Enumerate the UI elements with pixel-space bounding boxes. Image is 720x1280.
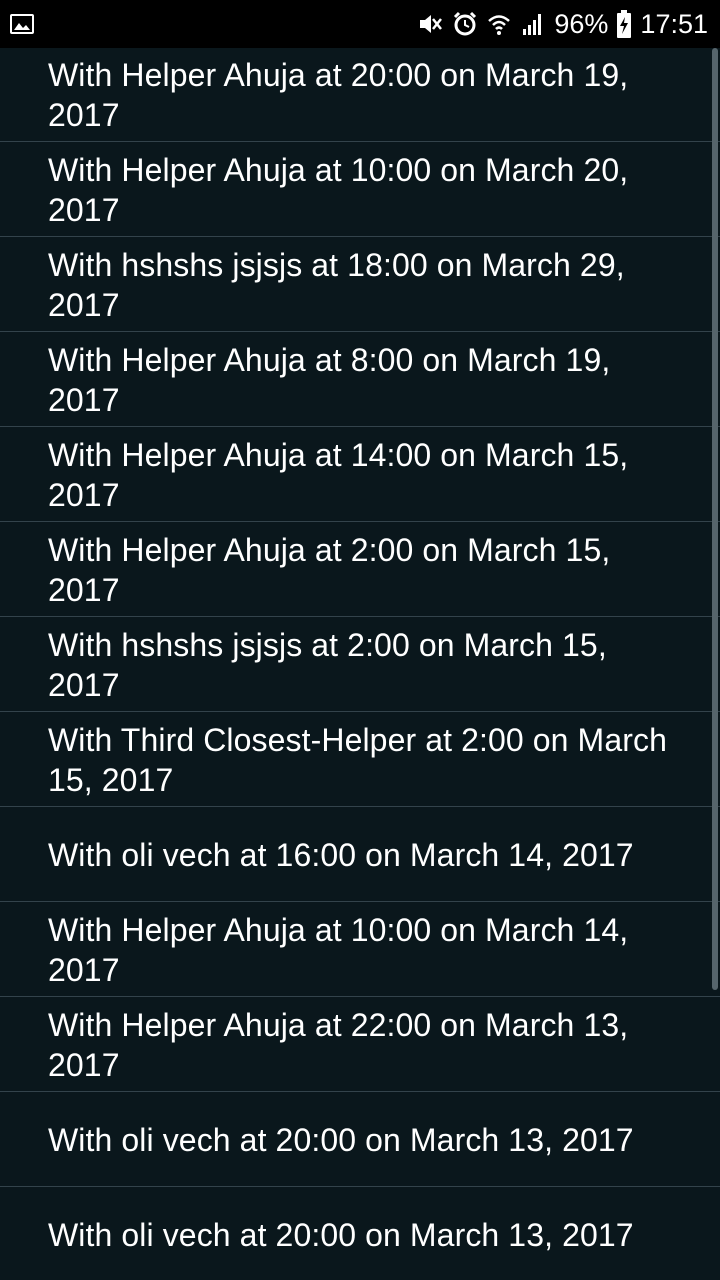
alarm-icon xyxy=(452,11,478,37)
list-item[interactable]: With Helper Ahuja at 20:00 on March 19, … xyxy=(0,48,720,142)
list-item[interactable]: With oli vech at 20:00 on March 13, 2017 xyxy=(0,1188,720,1280)
wifi-icon xyxy=(486,11,512,37)
list-item-text: With oli vech at 20:00 on March 13, 2017 xyxy=(48,1216,634,1253)
list-item[interactable]: With Helper Ahuja at 10:00 on March 14, … xyxy=(0,903,720,997)
image-notification-icon xyxy=(10,12,34,36)
list-item-text: With oli vech at 16:00 on March 14, 2017 xyxy=(48,836,634,873)
list-item-text: With Helper Ahuja at 20:00 on March 19, … xyxy=(48,56,629,133)
list-item-text: With hshshs jsjsjs at 2:00 on March 15, … xyxy=(48,626,607,703)
status-icons: 96% 17:51 xyxy=(416,0,708,48)
list-item-text: With Helper Ahuja at 8:00 on March 19, 2… xyxy=(48,341,611,418)
list-item-text: With Helper Ahuja at 10:00 on March 20, … xyxy=(48,151,629,228)
battery-percent: 96% xyxy=(554,8,609,39)
list-item-text: With Helper Ahuja at 22:00 on March 13, … xyxy=(48,1006,629,1083)
list-item-text: With Helper Ahuja at 10:00 on March 14, … xyxy=(48,911,629,988)
battery-charging-icon xyxy=(616,9,632,39)
list-item[interactable]: With oli vech at 16:00 on March 14, 2017 xyxy=(0,808,720,902)
clock: 17:51 xyxy=(640,8,708,39)
appointment-list[interactable]: With Helper Ahuja at 20:00 on March 19, … xyxy=(0,48,720,1280)
list-item-text: With Helper Ahuja at 2:00 on March 15, 2… xyxy=(48,531,611,608)
list-item-text: With oli vech at 20:00 on March 13, 2017 xyxy=(48,1121,634,1158)
list-item-text: With Third Closest-Helper at 2:00 on Mar… xyxy=(48,721,667,798)
list-item[interactable]: With oli vech at 20:00 on March 13, 2017 xyxy=(0,1093,720,1187)
list-item[interactable]: With Helper Ahuja at 22:00 on March 13, … xyxy=(0,998,720,1092)
list-item[interactable]: With Helper Ahuja at 10:00 on March 20, … xyxy=(0,143,720,237)
list-item[interactable]: With hshshs jsjsjs at 2:00 on March 15, … xyxy=(0,618,720,712)
list-item[interactable]: With Helper Ahuja at 2:00 on March 15, 2… xyxy=(0,523,720,617)
list-item-text: With Helper Ahuja at 14:00 on March 15, … xyxy=(48,436,629,513)
mute-icon xyxy=(416,10,444,38)
scrollbar[interactable] xyxy=(712,48,718,990)
signal-icon xyxy=(520,11,546,37)
list-item[interactable]: With Third Closest-Helper at 2:00 on Mar… xyxy=(0,713,720,807)
list-item[interactable]: With Helper Ahuja at 14:00 on March 15, … xyxy=(0,428,720,522)
list-item[interactable]: With Helper Ahuja at 8:00 on March 19, 2… xyxy=(0,333,720,427)
list-item[interactable]: With hshshs jsjsjs at 18:00 on March 29,… xyxy=(0,238,720,332)
status-bar: 96% 17:51 xyxy=(0,0,720,48)
list-item-text: With hshshs jsjsjs at 18:00 on March 29,… xyxy=(48,246,625,323)
